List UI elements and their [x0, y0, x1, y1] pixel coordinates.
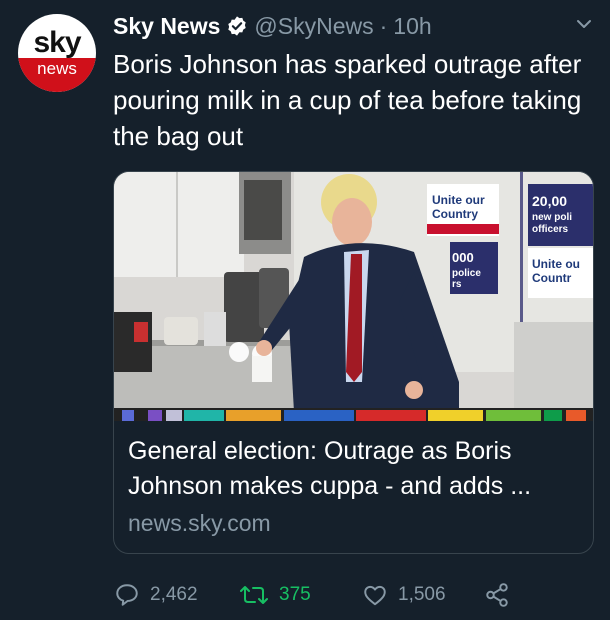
reply-icon [116, 584, 138, 606]
poster-text-1b: Country [432, 207, 478, 221]
poster-text-3c: rs [452, 279, 462, 290]
timestamp[interactable]: 10h [393, 13, 431, 40]
verified-badge-icon [228, 16, 247, 36]
share-icon [486, 583, 508, 607]
retweet-icon [240, 586, 268, 604]
poster-text-1: Unite our [432, 193, 485, 207]
card-image[interactable]: Unite our Country 000 police rs 20,00 ne… [114, 172, 593, 421]
poster-text-4: Unite ou [532, 257, 580, 271]
like-button[interactable]: 1,506 [362, 580, 446, 610]
poster-text-2b: new poli [532, 212, 572, 223]
tweet-header: Sky News @SkyNews · 10h [113, 10, 570, 42]
poster-text-4b: Countr [532, 271, 572, 285]
chevron-down-icon[interactable] [576, 18, 592, 30]
like-count: 1,506 [398, 584, 446, 605]
retweet-button[interactable]: 375 [239, 580, 311, 610]
avatar[interactable]: sky news [18, 14, 96, 92]
handle[interactable]: @SkyNews [254, 13, 373, 40]
retweet-count: 375 [279, 584, 311, 605]
action-bar: 2,462 375 1,506 [114, 580, 594, 610]
reply-button[interactable]: 2,462 [114, 580, 198, 610]
avatar-logo-sky: sky [33, 26, 81, 59]
separator-dot: · [379, 12, 388, 39]
link-card[interactable]: Unite our Country 000 police rs 20,00 ne… [113, 171, 594, 554]
poster-text-3b: police [452, 268, 481, 279]
tweet-text: Boris Johnson has sparked outrage after … [113, 49, 582, 151]
card-title[interactable]: General election: Outrage as Boris Johns… [128, 434, 578, 504]
reply-count: 2,462 [150, 584, 198, 605]
poster-text-3: 000 [452, 250, 474, 265]
avatar-logo-news: news [37, 59, 77, 78]
display-name[interactable]: Sky News [113, 13, 220, 40]
poster-text-2c: officers [532, 224, 569, 235]
share-button[interactable] [484, 580, 520, 610]
poster-text-2: 20,00 [532, 193, 567, 209]
card-domain[interactable]: news.sky.com [128, 510, 271, 537]
heart-icon [364, 585, 386, 606]
